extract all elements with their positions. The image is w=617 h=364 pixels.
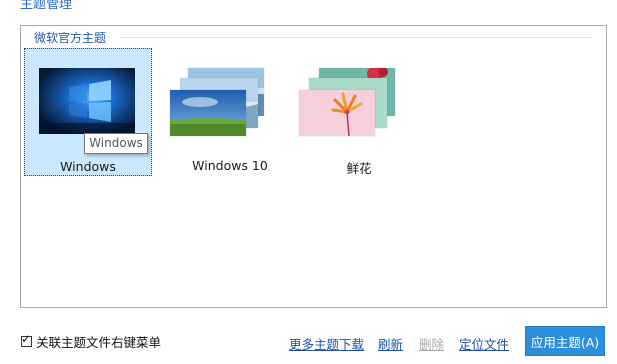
more-themes-link[interactable]: 更多主题下载 (289, 334, 364, 353)
flowers-card-front (299, 90, 375, 136)
check-icon: ✓ (21, 331, 32, 346)
group-caption: 微软官方主题 (34, 29, 111, 46)
theme-windows-preview (39, 68, 135, 134)
windows-10-card-front (170, 90, 246, 136)
theme-label: Windows (60, 159, 116, 174)
associate-context-menu-checkbox[interactable]: ✓ 关联主题文件右键菜单 (21, 331, 162, 350)
theme-windows[interactable]: Windows (24, 48, 152, 176)
theme-windows-10-preview (166, 68, 294, 138)
official-themes-group: 微软官方主题 Windows Windows 10 鲜花 (20, 25, 607, 308)
section-title: 主题管理 (20, 0, 73, 12)
theme-flowers-preview (295, 68, 423, 138)
theme-tooltip: Windows (84, 133, 148, 154)
refresh-link[interactable]: 刷新 (378, 334, 403, 353)
checkbox-label: 关联主题文件右键菜单 (36, 334, 162, 350)
theme-flowers[interactable]: 鲜花 (295, 48, 423, 176)
theme-windows-10[interactable]: Windows 10 (166, 48, 294, 176)
checkbox-box[interactable]: ✓ (21, 331, 32, 347)
locate-file-link[interactable]: 定位文件 (459, 334, 509, 353)
footer-bar: ✓ 关联主题文件右键菜单 更多主题下载 刷新 删除 定位文件 应用主题(A) (0, 322, 617, 358)
group-divider (121, 37, 592, 38)
delete-link[interactable]: 删除 (419, 334, 444, 353)
apply-theme-button[interactable]: 应用主题(A) (525, 326, 605, 356)
windows-wallpaper-thumbnail (39, 68, 135, 134)
theme-label: 鲜花 (346, 161, 372, 176)
theme-label: Windows 10 (192, 158, 268, 173)
